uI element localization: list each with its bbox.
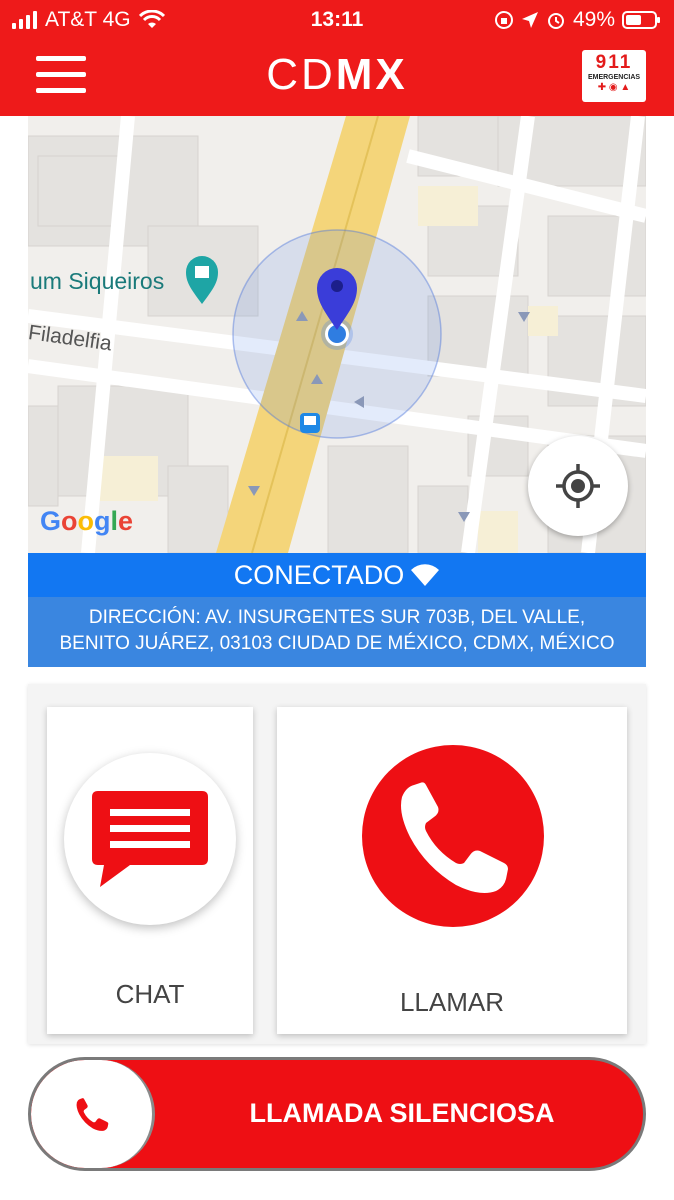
- map-view[interactable]: um Siqueiros Filadelfia Google: [28, 116, 646, 553]
- wifi-icon: [411, 564, 440, 586]
- call-label: LLAMAR: [399, 987, 505, 1017]
- connection-status-row: CONECTADO: [28, 553, 646, 597]
- header: AT&T 4G 13:11 49% CDMX 911 EMERGENCIAS ✚…: [0, 0, 674, 116]
- app-title: CDMX: [0, 50, 674, 100]
- silent-call-label: LLAMADA SILENCIOSA: [249, 1098, 555, 1128]
- rotation-lock-icon: [494, 11, 513, 29]
- alarm-icon: [547, 13, 564, 29]
- app-screen: AT&T 4G 13:11 49% CDMX 911 EMERGENCIAS ✚…: [0, 0, 674, 1200]
- silent-call-slider[interactable]: LLAMADA SILENCIOSA: [28, 1057, 646, 1171]
- badge-number: 911: [595, 52, 633, 73]
- badge-emergency-icons: ✚ ◉ ▲: [597, 82, 631, 93]
- crosshair-icon: [556, 464, 600, 508]
- my-location-button[interactable]: [528, 436, 628, 536]
- chat-label: CHAT: [115, 979, 185, 1009]
- phone-icon: [76, 1098, 108, 1131]
- address-block: DIRECCIÓN: AV. INSURGENTES SUR 703B, DEL…: [28, 597, 646, 667]
- battery-percent: 49%: [572, 8, 615, 31]
- app-bar: CDMX 911 EMERGENCIAS ✚ ◉ ▲: [0, 40, 674, 116]
- phone-icon: [401, 782, 508, 893]
- emergency-911-badge[interactable]: 911 EMERGENCIAS ✚ ◉ ▲: [582, 50, 646, 102]
- museum-place-label: um Siqueiros: [30, 268, 165, 294]
- address-line-1: DIRECCIÓN: AV. INSURGENTES SUR 703B, DEL…: [88, 607, 586, 628]
- app-title-bold: MX: [335, 50, 408, 99]
- location-arrow-icon: [521, 12, 538, 28]
- address-line-2: BENITO JUÁREZ, 03103 CIUDAD DE MÉXICO, C…: [59, 633, 615, 654]
- google-logo: Google: [40, 506, 134, 536]
- battery-icon: [622, 11, 660, 29]
- chat-bubble-icon: [92, 791, 208, 887]
- call-button[interactable]: LLAMAR: [277, 707, 627, 1034]
- status-right: 49%: [494, 8, 662, 32]
- chat-circle: [64, 753, 236, 925]
- chat-button[interactable]: CHAT: [47, 707, 253, 1034]
- silent-call-knob[interactable]: [31, 1060, 155, 1168]
- badge-label: EMERGENCIAS: [587, 74, 641, 81]
- status-bar: AT&T 4G 13:11 49%: [0, 0, 674, 40]
- actions-panel: CHAT LLAMAR: [28, 684, 646, 1044]
- connection-status: CONECTADO: [233, 559, 405, 590]
- app-title-light: CD: [266, 50, 336, 99]
- call-circle: [362, 745, 544, 927]
- connection-banner: CONECTADO DIRECCIÓN: AV. INSURGENTES SUR…: [28, 553, 646, 667]
